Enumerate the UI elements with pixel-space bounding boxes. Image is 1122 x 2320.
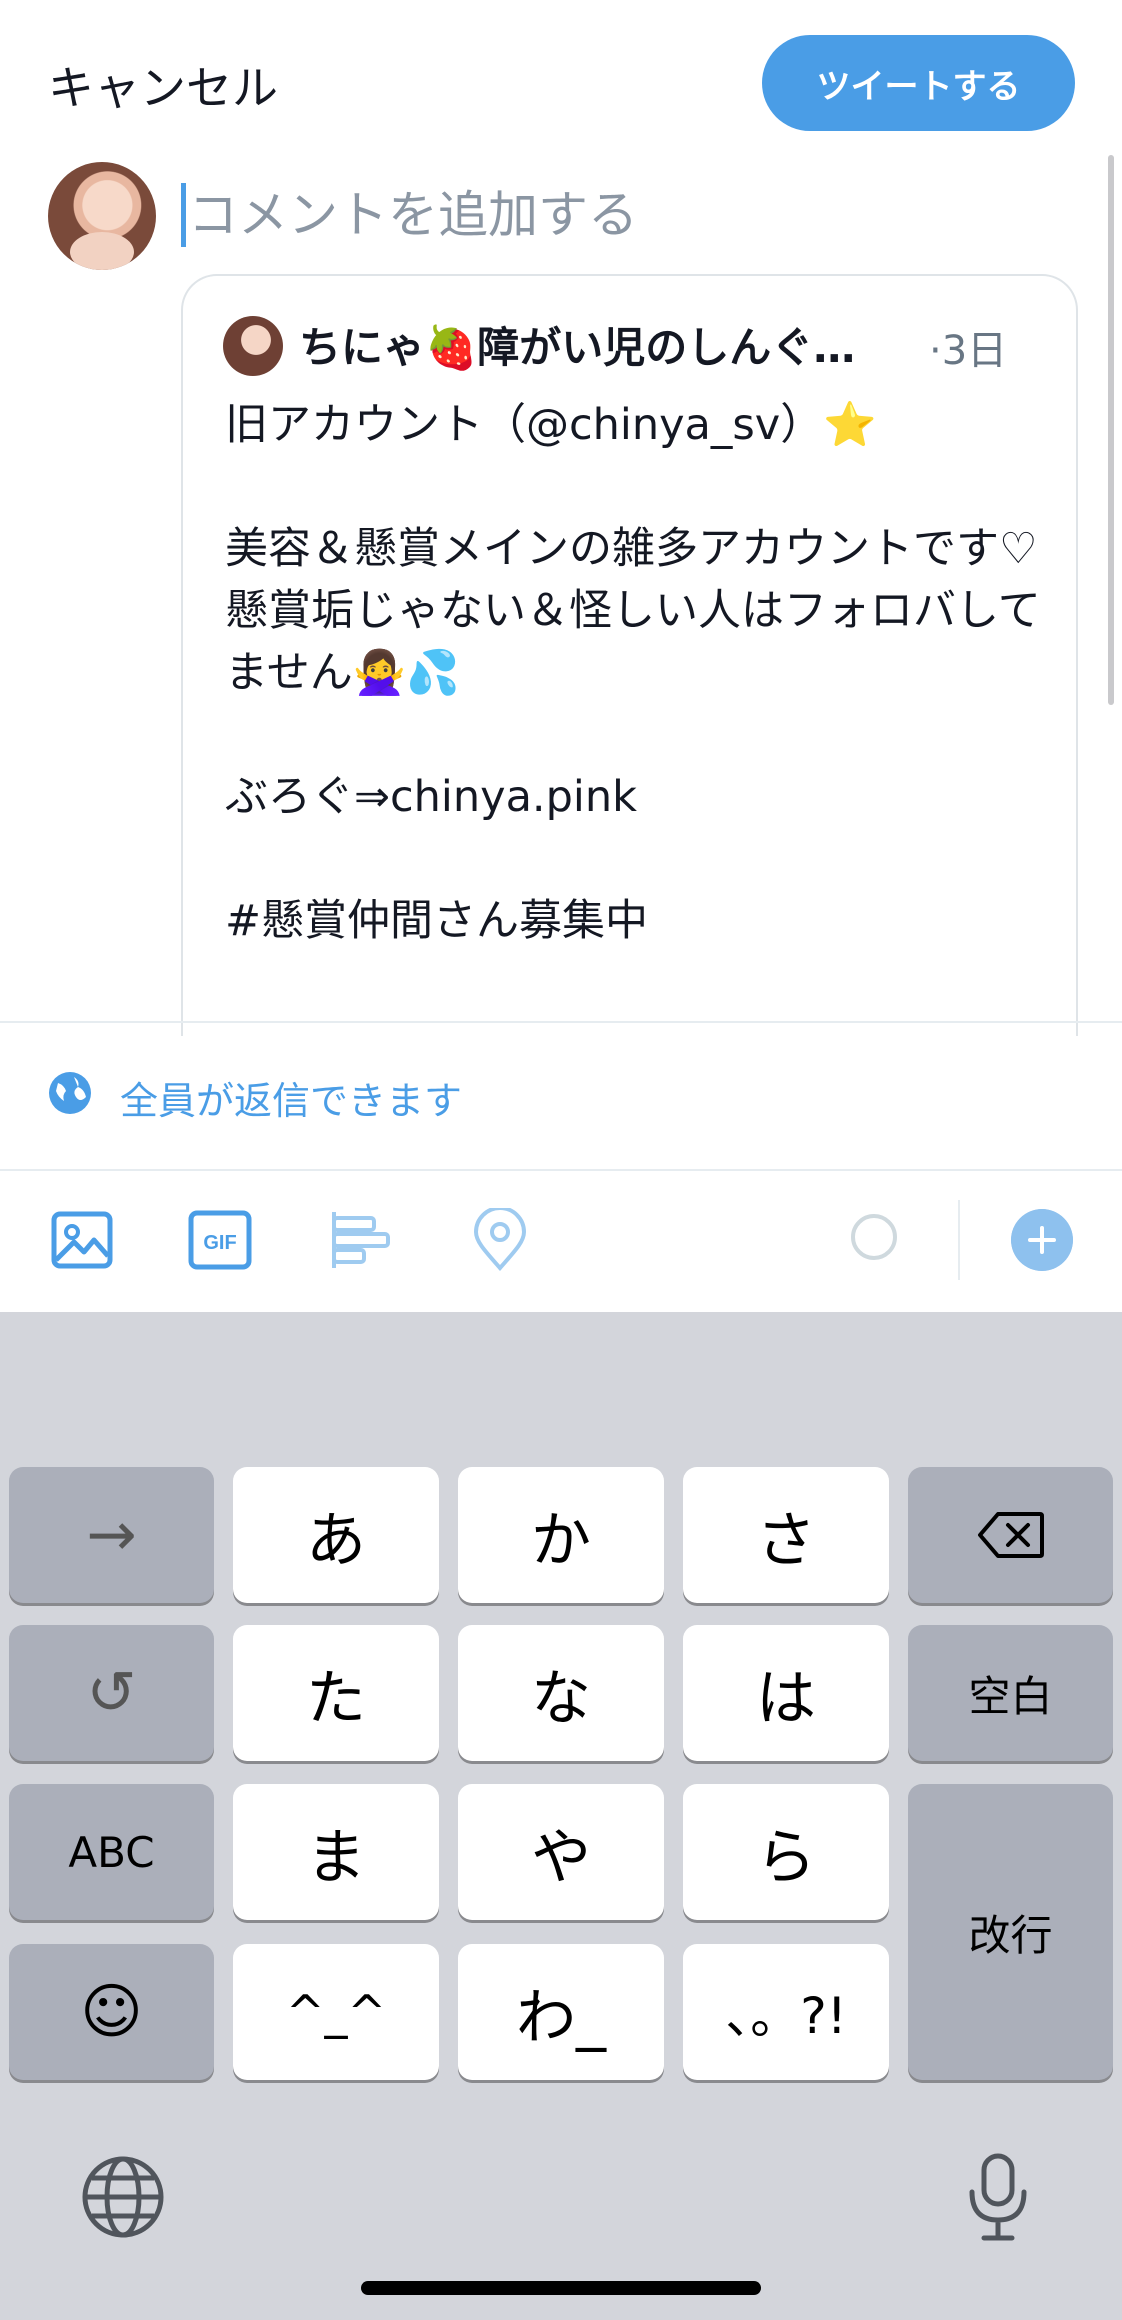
return-key[interactable]: 改行 [908, 1784, 1113, 2080]
divider [958, 1200, 960, 1280]
home-indicator [361, 2281, 761, 2295]
quoted-tweet-author: ちにゃ🍓障がい児のしんぐ… [299, 323, 856, 372]
location-icon[interactable] [468, 1208, 532, 1272]
poll-icon[interactable] [328, 1208, 392, 1272]
key-ta[interactable]: た [233, 1625, 439, 1761]
reply-setting[interactable]: 全員が返信できます [120, 1070, 462, 1125]
key-next-candidate[interactable]: → [9, 1467, 214, 1603]
space-key[interactable]: 空白 [908, 1625, 1113, 1761]
key-ya[interactable]: や [458, 1784, 664, 1920]
key-sa[interactable]: さ [683, 1467, 889, 1603]
add-thread-icon[interactable] [1011, 1209, 1073, 1271]
character-counter [851, 1214, 897, 1260]
gif-icon[interactable]: GIF [188, 1208, 252, 1272]
avatar [48, 162, 156, 270]
emoji-key[interactable]: ☺ [9, 1944, 214, 2080]
scrollbar[interactable] [1108, 155, 1114, 705]
keyboard: → あ か さ ↺ た な は 空白 ABC ま や ら 改行 ☺ ^_^ わ_… [0, 1312, 1122, 2320]
quoted-tweet-card[interactable]: ちにゃ🍓障がい児のしんぐ… ·3日 旧アカウント（@chinya_sv）⭐ 美容… [181, 274, 1078, 1036]
key-a[interactable]: あ [233, 1467, 439, 1603]
key-ka[interactable]: か [458, 1467, 664, 1603]
microphone-icon[interactable] [966, 2152, 1030, 2242]
quoted-tweet-time: ·3日 [929, 328, 1008, 374]
comment-input[interactable] [188, 182, 1068, 248]
tweet-button[interactable]: ツイートする [762, 35, 1075, 131]
quoted-tweet-body: 旧アカウント（@chinya_sv）⭐ 美容＆懸賞メインの雑多アカウントです♡ … [225, 400, 1041, 946]
key-na[interactable]: な [458, 1625, 664, 1761]
cancel-button[interactable]: キャンセル [48, 52, 278, 118]
quoted-tweet-avatar [223, 316, 283, 376]
abc-key[interactable]: ABC [9, 1784, 214, 1920]
key-wa[interactable]: わ_ [458, 1944, 664, 2080]
text-caret [181, 183, 186, 247]
globe-icon[interactable] [80, 2154, 166, 2240]
globe-icon[interactable] [48, 1071, 92, 1115]
key-ra[interactable]: ら [683, 1784, 889, 1920]
key-ha[interactable]: は [683, 1625, 889, 1761]
gif-label: GIF [203, 1232, 236, 1254]
divider [0, 1169, 1122, 1171]
key-punctuation[interactable]: 、。?! [683, 1944, 889, 2080]
image-icon[interactable] [50, 1208, 114, 1272]
key-kaomoji[interactable]: ^_^ [233, 1944, 439, 2080]
key-ma[interactable]: ま [233, 1784, 439, 1920]
backspace-icon [977, 1512, 1044, 1558]
backspace-key[interactable] [908, 1467, 1113, 1603]
undo-key[interactable]: ↺ [9, 1625, 214, 1761]
divider [0, 1021, 1122, 1023]
